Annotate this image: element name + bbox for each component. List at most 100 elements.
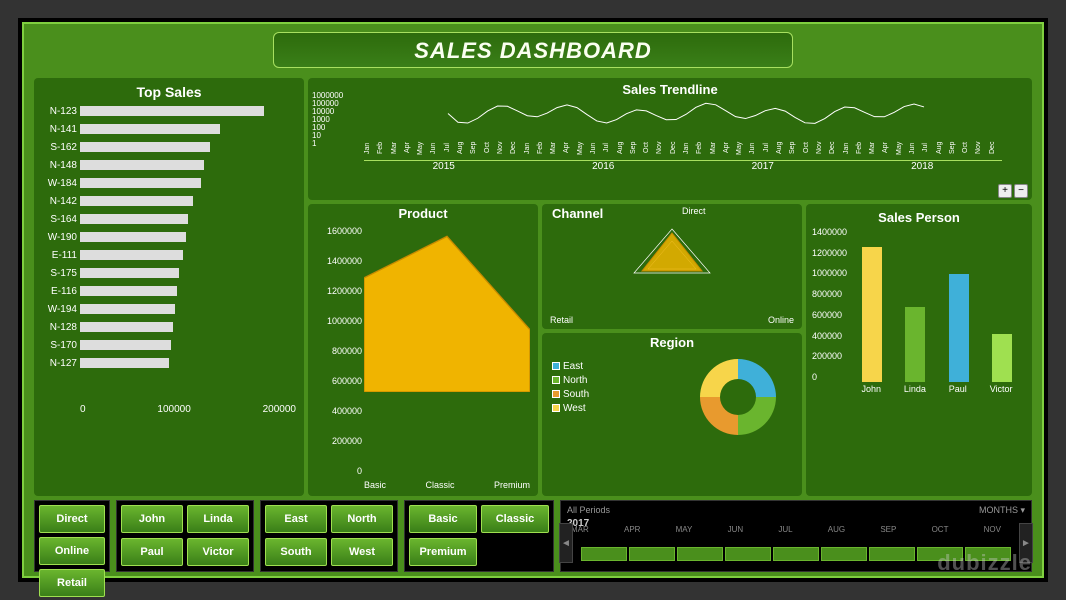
trend-zoom-in-button[interactable]: + xyxy=(998,184,1012,198)
top-sales-label: N-148 xyxy=(42,160,80,171)
top-sales-bar xyxy=(80,142,210,152)
timeline-months-dropdown[interactable]: MONTHS ▾ xyxy=(979,505,1025,516)
top-sales-bar xyxy=(80,178,201,188)
slicer-product-basic[interactable]: Basic xyxy=(409,505,477,533)
top-sales-label: W-190 xyxy=(42,232,80,243)
top-sales-label: S-162 xyxy=(42,142,80,153)
trend-year-label: 2015 xyxy=(364,161,524,172)
timeline-segment[interactable] xyxy=(677,547,723,561)
slicer-region-south[interactable]: South xyxy=(265,538,327,566)
slicer-region-north[interactable]: North xyxy=(331,505,393,533)
slicer-channel: DirectOnlineRetail xyxy=(34,500,110,572)
timeline-segment[interactable] xyxy=(869,547,915,561)
slicer-channel-direct[interactable]: Direct xyxy=(39,505,105,533)
top-sales-row: S-164 xyxy=(42,210,296,228)
slicer-channel-retail[interactable]: Retail xyxy=(39,569,105,597)
timeline-segment[interactable] xyxy=(773,547,819,561)
channel-panel: Channel Direct Online Retail xyxy=(542,204,802,329)
channel-title: Channel xyxy=(542,204,802,223)
top-sales-label: S-170 xyxy=(42,340,80,351)
top-sales-label: N-128 xyxy=(42,322,80,333)
slicer-region-east[interactable]: East xyxy=(265,505,327,533)
top-sales-bar xyxy=(80,232,186,242)
top-sales-label: W-194 xyxy=(42,304,80,315)
channel-label-direct: Direct xyxy=(682,206,706,216)
top-sales-bar xyxy=(80,340,171,350)
slicer-person: JohnLindaPaulVictor xyxy=(116,500,254,572)
timeline-scroll-right[interactable]: ► xyxy=(1019,523,1033,563)
top-sales-bar xyxy=(80,268,179,278)
top-sales-row: W-184 xyxy=(42,174,296,192)
slicer-region-west[interactable]: West xyxy=(331,538,393,566)
region-slice xyxy=(738,359,776,397)
top-sales-row: N-141 xyxy=(42,120,296,138)
region-panel: Region EastNorthSouthWest xyxy=(542,333,802,496)
person-bar xyxy=(905,307,925,382)
trend-year-label: 2017 xyxy=(683,161,843,172)
region-slice xyxy=(738,397,776,435)
trend-zoom-out-button[interactable]: − xyxy=(1014,184,1028,198)
slicer-channel-online[interactable]: Online xyxy=(39,537,105,565)
slicer-person-linda[interactable]: Linda xyxy=(187,505,249,533)
channel-label-retail: Retail xyxy=(550,315,573,325)
region-slice xyxy=(700,359,738,397)
top-sales-bar xyxy=(80,124,220,134)
top-sales-bar xyxy=(80,196,193,206)
slicer-person-john[interactable]: John xyxy=(121,505,183,533)
timeline-segment[interactable] xyxy=(725,547,771,561)
top-sales-bar xyxy=(80,304,175,314)
top-sales-label: E-111 xyxy=(42,250,80,261)
region-legend-item: West xyxy=(552,401,589,415)
trend-year-label: 2018 xyxy=(843,161,1003,172)
slicer-person-paul[interactable]: Paul xyxy=(121,538,183,566)
top-sales-row: E-116 xyxy=(42,282,296,300)
top-sales-row: W-194 xyxy=(42,300,296,318)
top-sales-row: N-128 xyxy=(42,318,296,336)
slicer-product-premium[interactable]: Premium xyxy=(409,538,477,566)
sales-person-panel: Sales Person 020000040000060000080000010… xyxy=(806,204,1032,496)
top-sales-label: S-164 xyxy=(42,214,80,225)
slicer-product-classic[interactable]: Classic xyxy=(481,505,549,533)
timeline-all-periods: All Periods xyxy=(567,505,610,516)
top-sales-row: N-123 xyxy=(42,102,296,120)
person-title: Sales Person xyxy=(810,208,1028,227)
top-sales-row: S-162 xyxy=(42,138,296,156)
top-sales-bar xyxy=(80,322,173,332)
timeline-segment[interactable] xyxy=(965,547,1011,561)
top-sales-panel: Top Sales N-123 N-141 S-162 N-148 W-184 … xyxy=(34,78,304,496)
timeline-segment[interactable] xyxy=(581,547,627,561)
slicer-person-victor[interactable]: Victor xyxy=(187,538,249,566)
timeline-segment[interactable] xyxy=(821,547,867,561)
top-sales-bar xyxy=(80,358,169,368)
timeline-segment[interactable] xyxy=(917,547,963,561)
top-sales-label: N-123 xyxy=(42,106,80,117)
dashboard-title: SALES DASHBOARD xyxy=(273,32,793,68)
legend-swatch xyxy=(552,362,560,370)
legend-swatch xyxy=(552,404,560,412)
region-legend-item: East xyxy=(552,359,589,373)
trendline-panel: Sales Trendline 100000010000010000100010… xyxy=(308,78,1032,200)
top-sales-row: N-142 xyxy=(42,192,296,210)
person-bar xyxy=(992,334,1012,382)
trend-year-label: 2016 xyxy=(524,161,684,172)
top-sales-row: E-111 xyxy=(42,246,296,264)
region-slice xyxy=(700,397,738,435)
top-sales-title: Top Sales xyxy=(42,84,296,100)
product-panel: Product 02000004000006000008000001000000… xyxy=(308,204,538,496)
top-sales-row: N-127 xyxy=(42,354,296,372)
channel-label-online: Online xyxy=(768,315,794,325)
top-sales-bar xyxy=(80,160,204,170)
top-sales-row: W-190 xyxy=(42,228,296,246)
slicer-region: EastNorthSouthWest xyxy=(260,500,398,572)
top-sales-bar xyxy=(80,214,188,224)
legend-swatch xyxy=(552,376,560,384)
person-bar xyxy=(862,247,882,382)
timeline-segment[interactable] xyxy=(629,547,675,561)
top-sales-label: W-184 xyxy=(42,178,80,189)
top-sales-label: N-127 xyxy=(42,358,80,369)
product-title: Product xyxy=(308,204,538,223)
timeline-scroll-left[interactable]: ◄ xyxy=(559,523,573,563)
top-sales-bar xyxy=(80,250,183,260)
top-sales-label: E-116 xyxy=(42,286,80,297)
top-sales-row: N-148 xyxy=(42,156,296,174)
